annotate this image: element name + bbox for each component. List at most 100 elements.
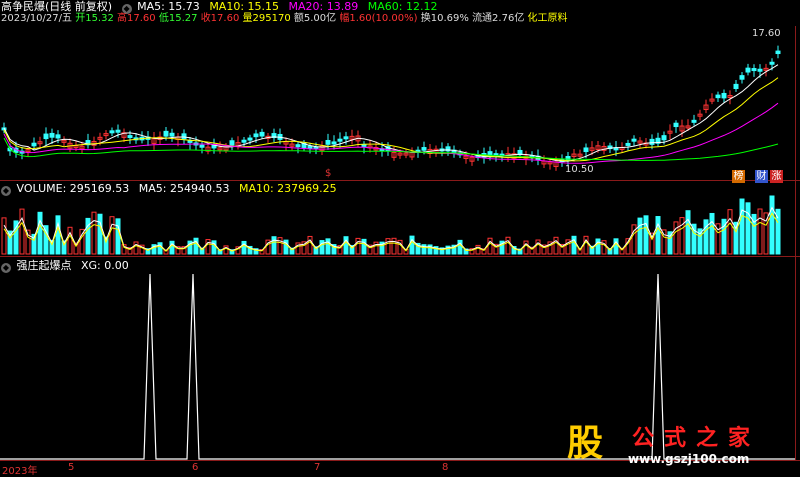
candle-body xyxy=(775,50,781,55)
candle-body xyxy=(181,133,187,140)
volume-bar xyxy=(19,208,25,255)
volume-bar xyxy=(409,235,415,255)
candle-body xyxy=(757,68,763,72)
volume-bar xyxy=(595,238,601,255)
volume-bar xyxy=(391,237,397,255)
watermark-logo: 股 xyxy=(566,422,603,464)
candle-body xyxy=(673,122,679,128)
candle-body xyxy=(229,140,235,146)
watermark-url: www.gszj100.com xyxy=(628,452,750,466)
kline-chart[interactable] xyxy=(0,0,800,475)
candle-body xyxy=(169,132,175,137)
volume-bar xyxy=(67,226,73,255)
candle-body xyxy=(715,94,721,99)
volume-bar xyxy=(109,216,115,255)
candle-body xyxy=(721,92,727,99)
candle-body xyxy=(109,130,115,134)
candle-body xyxy=(649,138,655,145)
event-marker[interactable]: $ xyxy=(325,168,331,180)
candle-body xyxy=(583,147,589,153)
volume-bar xyxy=(535,239,541,255)
volume-bar xyxy=(361,238,367,255)
high-price-label: 17.60 xyxy=(752,28,781,39)
volume-bar xyxy=(505,236,511,255)
axis-month: 8 xyxy=(442,462,449,473)
volume-bar xyxy=(241,240,247,255)
tag-rank[interactable]: 榜 xyxy=(732,170,745,183)
volume-bar xyxy=(157,242,163,255)
volume-bar xyxy=(373,241,379,255)
candle-body xyxy=(247,137,253,141)
volume-bar xyxy=(727,209,733,255)
axis-month: 5 xyxy=(68,462,75,473)
volume-bar xyxy=(115,218,121,255)
volume-bar xyxy=(385,238,391,255)
candle-body xyxy=(49,132,55,138)
candle-body xyxy=(253,133,259,138)
volume-bar xyxy=(307,235,313,255)
volume-bar xyxy=(685,210,691,255)
candle-body xyxy=(343,136,349,140)
candle-body xyxy=(115,129,121,133)
volume-bar xyxy=(277,237,283,255)
tag-limit-up[interactable]: 涨 xyxy=(770,170,783,183)
volume-bar xyxy=(523,240,529,255)
volume-bar xyxy=(55,215,61,255)
candle-body xyxy=(259,131,265,137)
ma20-line xyxy=(3,102,779,164)
tag-finance[interactable]: 财 xyxy=(755,170,768,183)
volume-bar xyxy=(325,238,331,255)
volume-bar xyxy=(487,237,493,255)
volume-bar xyxy=(343,236,349,255)
candle-body xyxy=(337,138,343,142)
candle-body xyxy=(55,134,61,139)
candle-body xyxy=(421,147,427,151)
watermark-title: 公式之家 xyxy=(632,426,761,451)
volume-bar xyxy=(91,211,97,255)
volume-bar xyxy=(757,208,763,255)
axis-month: 6 xyxy=(192,462,199,473)
candle-body xyxy=(769,61,775,65)
candle-body xyxy=(739,75,745,80)
candle-body xyxy=(31,142,37,147)
low-price-label: 10.50 xyxy=(565,164,594,175)
candle-body xyxy=(199,144,205,148)
volume-bar xyxy=(271,236,277,255)
candle-body xyxy=(565,156,571,161)
volume-bar xyxy=(43,225,49,255)
candle-body xyxy=(751,68,757,72)
candle-body xyxy=(331,141,337,145)
volume-bar xyxy=(769,195,775,255)
volume-bar xyxy=(97,213,103,255)
candle-body xyxy=(733,83,739,89)
volume-bar xyxy=(661,229,667,255)
candle-body xyxy=(631,138,637,142)
volume-bar xyxy=(205,239,211,255)
volume-bar xyxy=(745,202,751,255)
volume-bar xyxy=(553,236,559,255)
candle-body xyxy=(691,119,697,123)
volume-bar xyxy=(673,221,679,255)
candle-body xyxy=(325,139,331,145)
volume-bar xyxy=(739,198,745,255)
candle-body xyxy=(127,135,133,139)
volume-bar xyxy=(193,237,199,255)
candle-body xyxy=(241,139,247,143)
candle-body xyxy=(661,135,667,141)
axis-month: 7 xyxy=(314,462,321,473)
volume-bar xyxy=(709,212,715,255)
volume-bar xyxy=(133,241,139,255)
volume-bar xyxy=(1,217,7,255)
volume-bar xyxy=(355,237,361,255)
candle-body xyxy=(745,67,751,73)
volume-bar xyxy=(655,216,661,255)
candle-body xyxy=(625,142,631,146)
volume-bar xyxy=(571,235,577,255)
volume-bar xyxy=(37,211,43,255)
candle-body xyxy=(295,144,301,148)
candle-body xyxy=(43,133,49,140)
candle-body xyxy=(163,130,169,137)
candle-body xyxy=(307,145,313,149)
volume-bar xyxy=(457,239,463,255)
volume-bar xyxy=(637,217,643,255)
